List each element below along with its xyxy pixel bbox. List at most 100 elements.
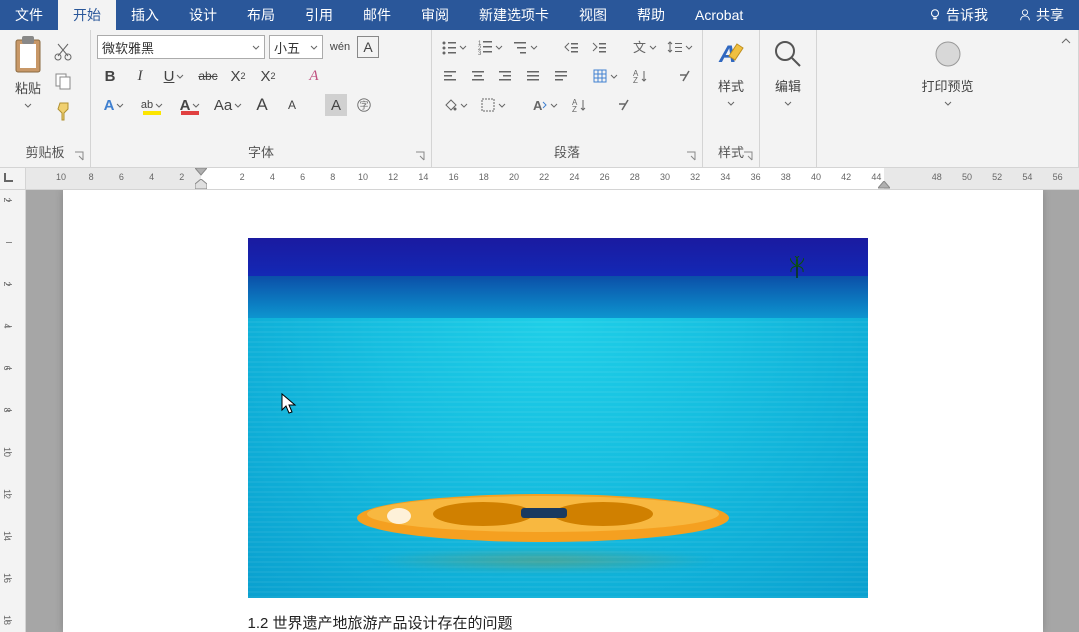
share-label: 共享 [1036,5,1064,25]
font-size-combo[interactable]: 小五 [269,35,323,59]
decrease-indent-button[interactable] [559,34,583,60]
vertical-ruler[interactable]: 224681012141618 [0,190,26,632]
borders-button[interactable] [476,92,510,118]
paste-button[interactable]: 粘贴 [4,36,52,115]
chevron-down-icon [530,39,538,56]
menu-home[interactable]: 开始 [58,0,116,30]
menu-file[interactable]: 文件 [0,0,58,30]
ruler-tick: 14 [418,172,428,182]
chevron-down-icon [498,97,506,114]
strikethrough-button[interactable]: abc [195,63,221,89]
multilevel-button[interactable] [510,34,542,60]
subscript-button[interactable]: X2 [225,63,251,89]
document-image[interactable] [248,238,868,598]
align-left-button[interactable] [438,63,462,89]
underline-button[interactable]: U [157,63,191,89]
chevron-down-icon [252,40,260,55]
menu-view[interactable]: 视图 [564,0,622,30]
clear-format-button[interactable]: A [301,63,327,89]
ribbon: 粘贴 剪贴板 微软雅黑 小五 wén [0,30,1079,168]
ruler-tick-label: 2 [2,197,12,202]
shading-button[interactable] [438,92,472,118]
pinyin-label: wén [330,41,350,53]
font-name-combo[interactable]: 微软雅黑 [97,35,265,59]
sort-icon: AZ [632,68,648,84]
horizontal-ruler[interactable]: 1086422468101214161820222426283032343638… [26,168,1079,190]
document-page: 1.2 世界遗产地旅游产品设计存在的问题 [63,190,1043,632]
svg-text:A: A [533,98,543,113]
find-button[interactable] [770,36,806,72]
show-marks-button[interactable] [672,63,696,89]
lightbulb-icon [928,8,942,22]
superscript-button[interactable]: X2 [255,63,281,89]
menu-tellme[interactable]: 告诉我 [913,0,1003,30]
indent-marker-bottom-icon[interactable] [195,179,207,189]
sort2-button[interactable]: AZ [566,92,592,118]
menu-design[interactable]: 设计 [174,0,232,30]
menu-mail[interactable]: 邮件 [348,0,406,30]
svg-text:文: 文 [633,40,646,55]
group-styles: A 样式 样式 [703,30,760,167]
text-direction-button[interactable]: 文 [628,34,660,60]
align-distribute-button[interactable] [549,63,573,89]
ruler-tick: 6 [119,172,124,182]
group-clipboard: 粘贴 剪贴板 [0,30,91,167]
indent-marker-right-icon[interactable] [878,181,890,189]
grow-font-button[interactable]: A [249,92,275,118]
print-preview-button[interactable] [930,36,966,72]
shrink-font-button[interactable]: A [279,92,305,118]
show-all-button[interactable] [610,92,636,118]
highlight-button[interactable]: ab [135,92,169,118]
char-scale-button[interactable]: A [528,92,562,118]
ruler-tick: 2 [179,172,184,182]
char-border-button[interactable]: A [357,36,379,58]
group-preview: 打印预览 [817,30,1079,167]
clipboard-dialog-launcher[interactable] [72,149,86,163]
italic-button[interactable]: I [127,63,153,89]
indent-marker-top-icon[interactable] [195,168,207,176]
menu-references[interactable]: 引用 [290,0,348,30]
char-shading-button[interactable]: A [325,94,347,116]
menu-newtab[interactable]: 新建选项卡 [464,0,564,30]
svg-text:3: 3 [478,51,482,55]
copy-button[interactable] [52,70,74,92]
align-center-button[interactable] [466,63,490,89]
font-color-button[interactable]: A [173,92,207,118]
font-dialog-launcher[interactable] [413,149,427,163]
kayak-icon [353,488,733,548]
menu-review[interactable]: 审阅 [406,0,464,30]
ruler-corner[interactable] [0,168,26,190]
bold-button[interactable]: B [97,63,123,89]
enclose-char-button[interactable]: 字 [351,92,377,118]
numbering-button[interactable]: 123 [474,34,506,60]
align-justify-button[interactable] [521,63,545,89]
styles-dialog-launcher[interactable] [741,149,755,163]
sort-button[interactable]: AZ [624,63,655,89]
styles-button[interactable]: A [713,36,749,72]
snap-grid-button[interactable] [589,63,620,89]
line-spacing-button[interactable] [664,34,696,60]
align-right-button[interactable] [493,63,517,89]
bullets-button[interactable] [438,34,470,60]
increase-indent-button[interactable] [587,34,611,60]
ruler-tick: 36 [751,172,761,182]
change-case-button[interactable]: Aa [211,92,245,118]
menu-layout[interactable]: 布局 [232,0,290,30]
menu-help[interactable]: 帮助 [622,0,680,30]
menu-share[interactable]: 共享 [1003,0,1079,30]
ruler-tick: 32 [690,172,700,182]
format-painter-button[interactable] [52,100,74,122]
text-effects-button[interactable]: A [97,92,131,118]
collapse-ribbon-button[interactable] [1060,34,1072,52]
document-scroll[interactable]: 1.2 世界遗产地旅游产品设计存在的问题 [26,190,1079,632]
ruler-area: 1086422468101214161820222426283032343638… [0,168,1079,190]
ruler-tick-label: 12 [2,489,12,499]
pinyin-button[interactable]: wén [327,34,353,60]
menu-insert[interactable]: 插入 [116,0,174,30]
styles-icon: A [713,36,749,72]
menu-acrobat[interactable]: Acrobat [680,0,758,30]
paragraph-dialog-launcher[interactable] [684,149,698,163]
ruler-tick-label: 14 [2,531,12,541]
cut-button[interactable] [52,40,74,62]
document-heading[interactable]: 1.2 世界遗产地旅游产品设计存在的问题 [248,612,868,632]
